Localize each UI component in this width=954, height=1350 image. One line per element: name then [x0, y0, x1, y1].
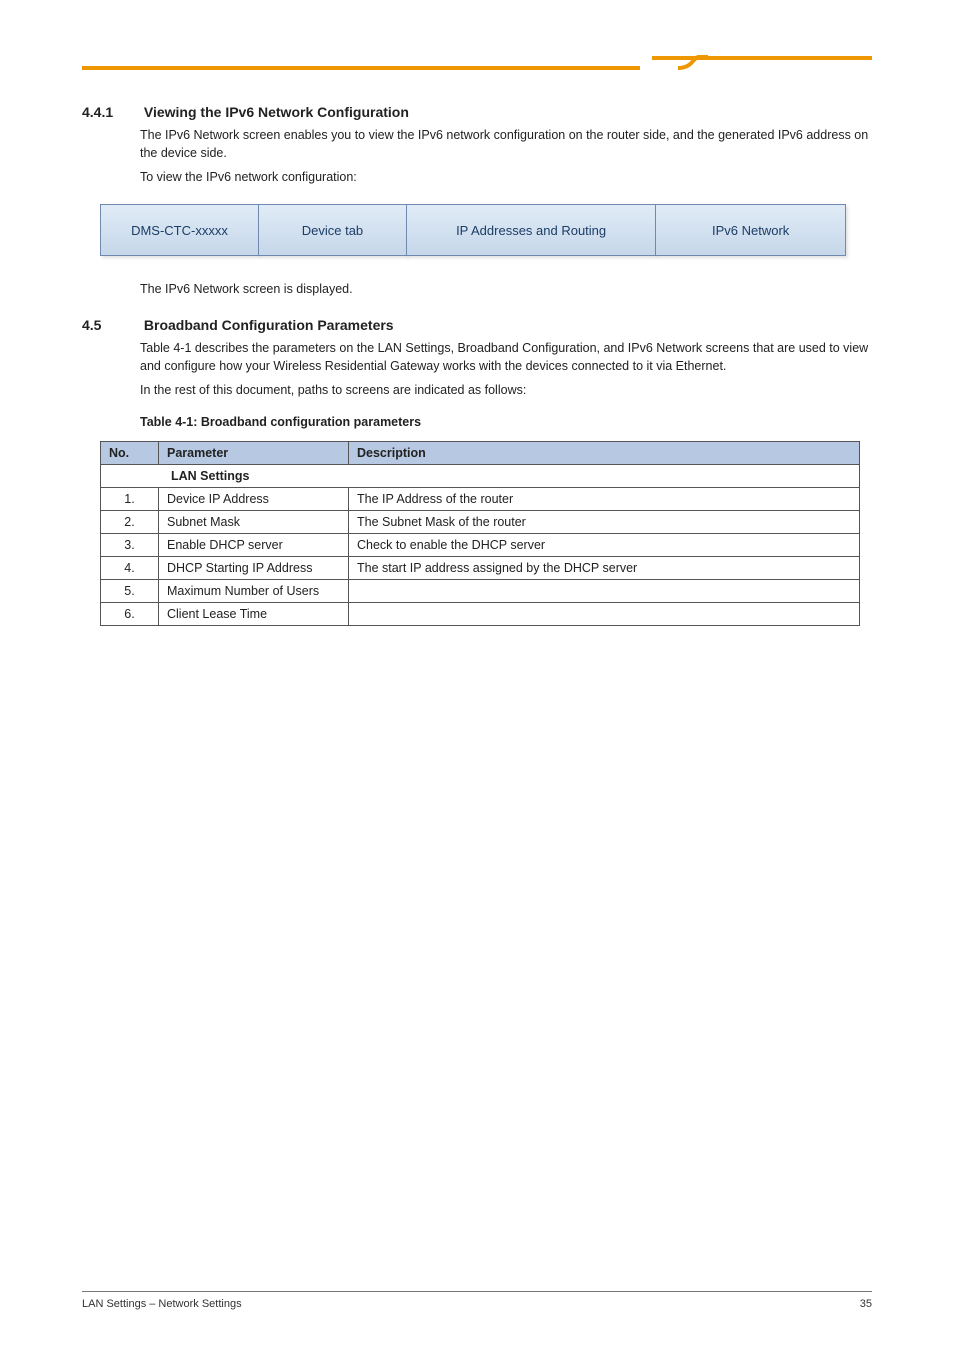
cell-desc: The IP Address of the router: [349, 488, 860, 511]
cell-desc: [349, 580, 860, 603]
cell-no: 3.: [101, 534, 159, 557]
section-4-4-1-heading: 4.4.1 Viewing the IPv6 Network Configura…: [82, 104, 872, 120]
cell-param: Subnet Mask: [159, 511, 349, 534]
cell-no: 4.: [101, 557, 159, 580]
section-4-4-1-p2: To view the IPv6 network configuration:: [140, 168, 872, 186]
table-row: 2. Subnet Mask The Subnet Mask of the ro…: [101, 511, 860, 534]
table-row: 6. Client Lease Time: [101, 603, 860, 626]
table-caption: Table 4-1: Broadband configuration param…: [140, 413, 872, 431]
col-header-no: No.: [101, 442, 159, 465]
cell-param: Device IP Address: [159, 488, 349, 511]
section-4-5-p1: Table 4-1 describes the parameters on th…: [140, 339, 872, 375]
section-4-5-heading: 4.5 Broadband Configuration Parameters: [82, 317, 872, 333]
footer-page-number: 35: [860, 1298, 872, 1310]
header-bar-left: [82, 66, 640, 70]
path-intro-text: In the rest of this document, paths to s…: [140, 381, 872, 399]
nav-cell-ipv6: IPv6 Network: [655, 204, 846, 256]
cell-no: 1.: [101, 488, 159, 511]
table-row: 4. DHCP Starting IP Address The start IP…: [101, 557, 860, 580]
post-nav-text: The IPv6 Network screen is displayed.: [140, 280, 872, 298]
table-header-row: No. Parameter Description: [101, 442, 860, 465]
cell-desc: The Subnet Mask of the router: [349, 511, 860, 534]
cell-no: 2.: [101, 511, 159, 534]
nav-cell-device-id: DMS-CTC-xxxxx: [100, 204, 259, 256]
nav-cell-device-tab: Device tab: [258, 204, 407, 256]
header-divider: [82, 56, 872, 76]
cell-desc: The start IP address assigned by the DHC…: [349, 557, 860, 580]
header-bar-right: [652, 56, 872, 60]
table-subheader: LAN Settings: [101, 465, 860, 488]
col-header-param: Parameter: [159, 442, 349, 465]
cell-param: DHCP Starting IP Address: [159, 557, 349, 580]
footer-left: LAN Settings – Network Settings: [82, 1298, 242, 1310]
cell-param: Client Lease Time: [159, 603, 349, 626]
cell-param: Maximum Number of Users: [159, 580, 349, 603]
cell-desc: [349, 603, 860, 626]
section-title: Viewing the IPv6 Network Configuration: [144, 104, 409, 120]
cell-desc: Check to enable the DHCP server: [349, 534, 860, 557]
cell-no: 6.: [101, 603, 159, 626]
section-title: Broadband Configuration Parameters: [144, 317, 394, 333]
navigation-path-box: DMS-CTC-xxxxx Device tab IP Addresses an…: [100, 204, 845, 256]
cell-no: 5.: [101, 580, 159, 603]
table-subheader-row: LAN Settings: [101, 465, 860, 488]
col-header-desc: Description: [349, 442, 860, 465]
page-footer: LAN Settings – Network Settings 35: [82, 1291, 872, 1310]
section-number: 4.4.1: [82, 104, 140, 120]
nav-cell-ip-routing: IP Addresses and Routing: [406, 204, 656, 256]
table-row: 5. Maximum Number of Users: [101, 580, 860, 603]
broadband-params-table: No. Parameter Description LAN Settings 1…: [100, 441, 860, 626]
section-4-4-1-p1: The IPv6 Network screen enables you to v…: [140, 126, 872, 162]
cell-param: Enable DHCP server: [159, 534, 349, 557]
table-row: 3. Enable DHCP server Check to enable th…: [101, 534, 860, 557]
table-row: 1. Device IP Address The IP Address of t…: [101, 488, 860, 511]
section-number: 4.5: [82, 317, 140, 333]
